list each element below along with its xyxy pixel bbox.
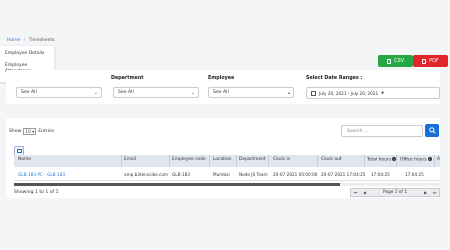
employee-select[interactable]: See All ▴ bbox=[208, 87, 294, 98]
breadcrumb-home[interactable]: Home bbox=[7, 38, 20, 43]
sort-icon: ▴ bbox=[287, 90, 290, 95]
location-select-value: See All bbox=[21, 90, 37, 95]
entries-value: 10 bbox=[25, 129, 31, 134]
column-divider bbox=[209, 155, 210, 167]
first-page-button[interactable]: ⏮ bbox=[351, 189, 360, 196]
chevron-down-icon: ⌄ bbox=[190, 90, 195, 96]
cell-department: Node JS Team bbox=[239, 172, 268, 177]
horizontal-scrollbar-thumb[interactable] bbox=[14, 183, 340, 186]
header-truncated[interactable]: A bbox=[437, 157, 440, 162]
header-email[interactable]: Email bbox=[124, 157, 136, 162]
header-location[interactable]: Location bbox=[213, 157, 232, 162]
prev-page-button[interactable]: ◀ bbox=[360, 189, 369, 196]
search-icon bbox=[428, 127, 436, 134]
pdf-export-button[interactable]: PDF bbox=[413, 55, 448, 67]
show-label: Show bbox=[9, 129, 22, 134]
calendar-icon bbox=[311, 90, 316, 96]
entries-control: Show 10 ▾ Entries bbox=[9, 128, 54, 135]
header-name[interactable]: Name bbox=[18, 157, 31, 162]
next-page-button[interactable]: ▶ bbox=[421, 189, 430, 196]
page-label: Page 1 of 1 bbox=[382, 190, 408, 195]
column-divider bbox=[169, 155, 170, 167]
breadcrumb: Home / Timesheets bbox=[7, 38, 55, 43]
breadcrumb-separator: / bbox=[23, 38, 26, 43]
header-clock-in[interactable]: Clock in bbox=[273, 157, 290, 162]
info-icon: i bbox=[427, 157, 432, 161]
column-divider bbox=[364, 155, 365, 167]
table-icon bbox=[16, 149, 22, 153]
column-divider bbox=[236, 155, 237, 167]
column-divider bbox=[268, 155, 269, 167]
cell-name-link[interactable]: GLB-183-PC - GLB-183 bbox=[18, 172, 65, 177]
header-employee-code[interactable]: Employee code bbox=[172, 157, 206, 162]
menu-item-employee-details[interactable]: Employee Details bbox=[0, 51, 49, 57]
entries-select[interactable]: 10 ▾ bbox=[23, 128, 37, 135]
chevron-down-icon: ⌄ bbox=[93, 90, 98, 96]
department-select-value: See All bbox=[118, 90, 134, 95]
cell-email: amp.b3tenscibe.com bbox=[124, 172, 168, 177]
column-divider bbox=[434, 155, 435, 167]
entries-label: Entries bbox=[38, 129, 55, 134]
header-total-hours[interactable]: Total hours i bbox=[367, 157, 396, 163]
search-placeholder: Search ... bbox=[347, 128, 369, 134]
employee-select-value: See All bbox=[213, 90, 229, 95]
file-icon bbox=[386, 58, 391, 64]
column-divider bbox=[396, 155, 397, 167]
date-range-label: Select Date Ranges : bbox=[306, 76, 363, 81]
showing-count: Showing 1 to 1 of 1 bbox=[14, 190, 59, 195]
pagination: ⏮ ◀ Page 1 of 1 ▶ ⏭ bbox=[350, 188, 440, 197]
search-button[interactable] bbox=[425, 124, 439, 137]
csv-label: CSV bbox=[393, 58, 405, 64]
date-range-picker[interactable]: July 20, 2021 - July 20, 2021 ▼ bbox=[306, 87, 440, 99]
cell-total-hours: 17:04:25 bbox=[371, 172, 390, 177]
breadcrumb-current: Timesheets bbox=[28, 38, 55, 43]
header-office-hours[interactable]: Office hours i bbox=[400, 157, 432, 163]
header-department[interactable]: Department bbox=[239, 157, 266, 162]
search-input[interactable]: Search ... bbox=[341, 125, 423, 137]
location-select[interactable]: See All ⌄ bbox=[16, 87, 102, 98]
cell-employee-code: GLB-183 bbox=[172, 172, 190, 177]
cell-clock-in: 20-07-2021 00:00:00 bbox=[273, 172, 318, 177]
column-divider bbox=[121, 155, 122, 167]
csv-export-button[interactable]: CSV bbox=[378, 55, 413, 67]
caret-down-icon: ▼ bbox=[381, 91, 384, 95]
cell-location: Mumbai bbox=[213, 172, 230, 177]
header-office-hours-label: Office hours bbox=[400, 157, 427, 163]
last-page-button[interactable]: ⏭ bbox=[430, 189, 439, 196]
cell-office-hours: 17:04:25 bbox=[405, 172, 424, 177]
header-clock-out[interactable]: Clock out bbox=[321, 157, 342, 162]
column-divider bbox=[317, 155, 318, 167]
date-range-value: July 20, 2021 - July 20, 2021 bbox=[319, 90, 379, 96]
file-icon bbox=[422, 58, 427, 64]
cell-clock-out: 20-07-2021 17:04:25 bbox=[321, 172, 366, 177]
header-total-hours-label: Total hours bbox=[367, 157, 391, 163]
pdf-label: PDF bbox=[429, 58, 439, 64]
employee-label: Employee bbox=[208, 76, 235, 81]
department-label: Department bbox=[111, 76, 144, 81]
department-select[interactable]: See All ⌄ bbox=[113, 87, 199, 98]
